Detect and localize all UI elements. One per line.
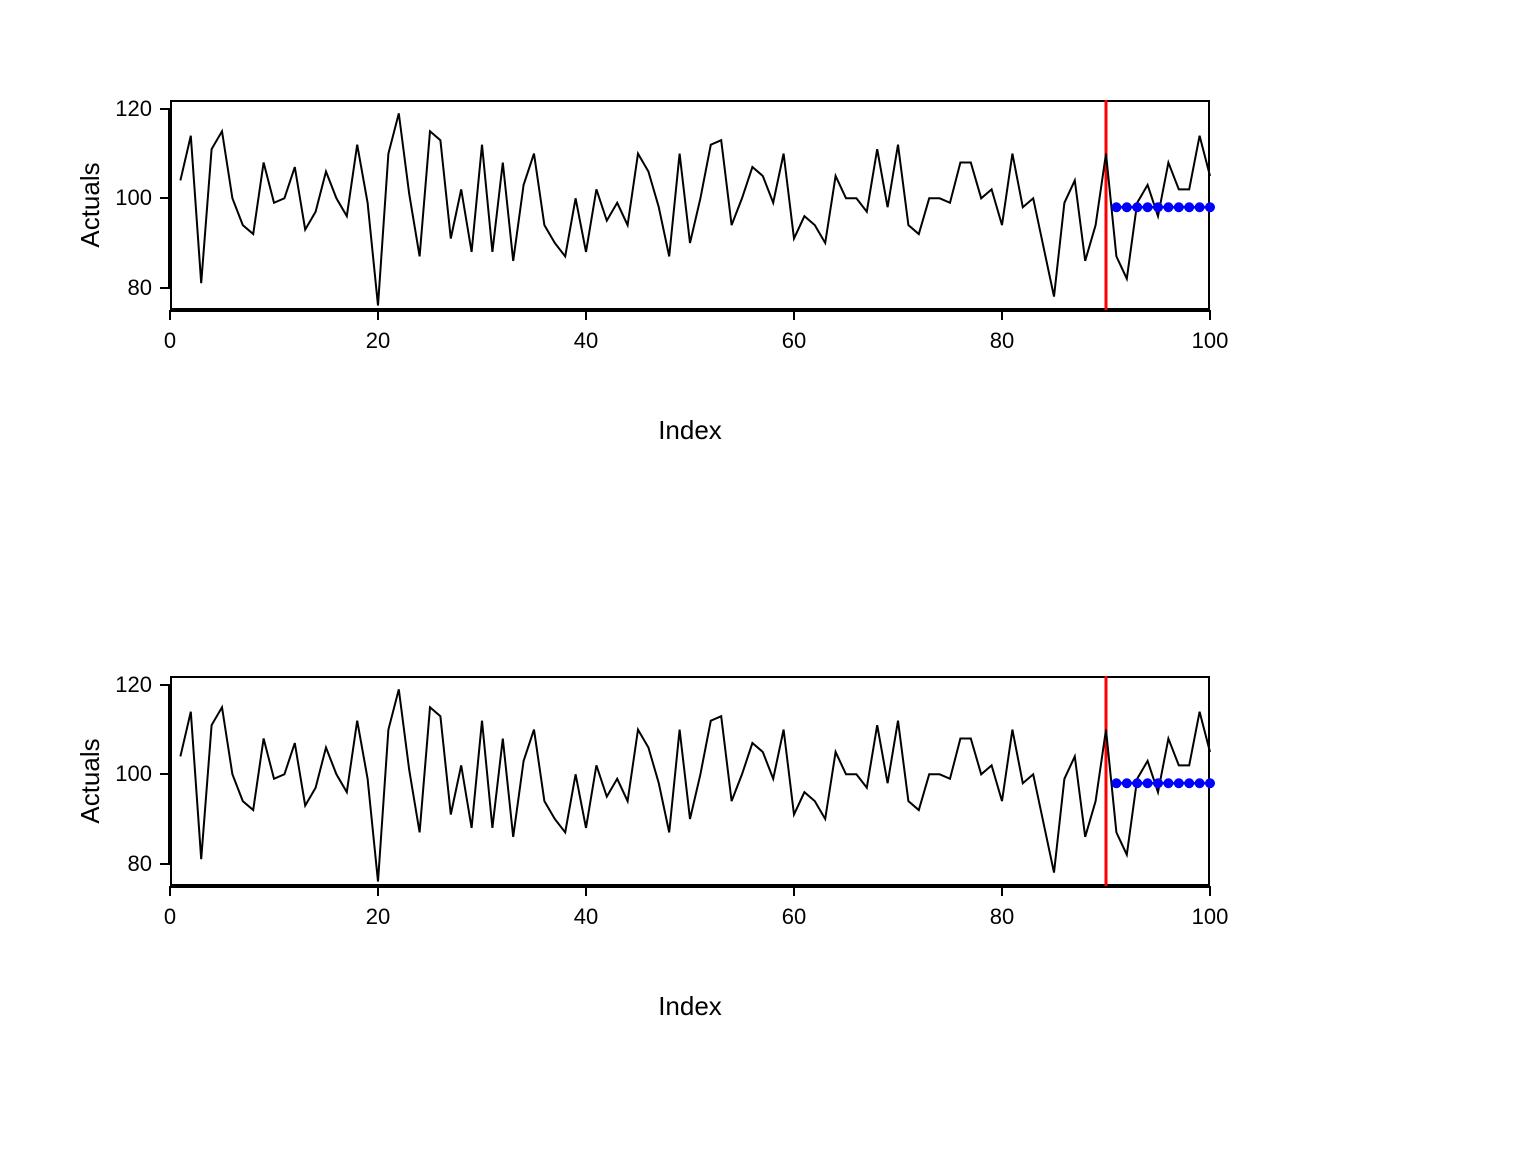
x-tick [793, 310, 795, 320]
x-axis-line [170, 310, 1210, 312]
y-tick-label: 100 [115, 185, 152, 211]
y-tick-label: 120 [115, 96, 152, 122]
x-tick [377, 310, 379, 320]
x-tick [1209, 886, 1211, 896]
x-tick-label: 40 [574, 328, 598, 354]
series-point-forecast [1132, 778, 1142, 788]
series-point-forecast [1122, 202, 1132, 212]
y-tick-label: 80 [128, 275, 152, 301]
x-tick-label: 0 [164, 904, 176, 930]
series-point-forecast [1132, 202, 1142, 212]
x-tick-label: 20 [366, 328, 390, 354]
x-tick-label: 60 [782, 328, 806, 354]
y-axis-label: Actuals [75, 676, 106, 886]
y-tick-label: 80 [128, 851, 152, 877]
chart-panel-1: 0 20 40 60 80 100 80 100 120 Index Actuals [0, 0, 1536, 576]
series-point-forecast [1184, 778, 1194, 788]
x-tick-label: 60 [782, 904, 806, 930]
series-point-forecast [1174, 202, 1184, 212]
chart-panel-2: 0 20 40 60 80 100 80 100 120 Index Actuals [0, 576, 1536, 1152]
y-tick [160, 108, 170, 110]
series-point-forecast [1143, 778, 1153, 788]
x-tick-label: 100 [1192, 904, 1229, 930]
series-point-forecast [1184, 202, 1194, 212]
y-tick [160, 287, 170, 289]
series-line-actuals [180, 689, 1210, 881]
x-tick [169, 886, 171, 896]
y-axis-label: Actuals [75, 100, 106, 310]
series-point-forecast [1143, 202, 1153, 212]
y-tick-label: 120 [115, 672, 152, 698]
x-axis-label: Index [170, 991, 1210, 1022]
x-tick-label: 40 [574, 904, 598, 930]
series-point-forecast [1205, 202, 1215, 212]
plot-svg [0, 576, 1536, 1152]
y-tick-label: 100 [115, 761, 152, 787]
x-tick-label: 20 [366, 904, 390, 930]
x-axis-line [170, 886, 1210, 888]
series-point-forecast [1153, 778, 1163, 788]
series-point-forecast [1163, 778, 1173, 788]
x-tick-label: 80 [990, 904, 1014, 930]
series-point-forecast [1163, 202, 1173, 212]
series-point-forecast [1111, 202, 1121, 212]
x-tick [377, 886, 379, 896]
y-tick [160, 863, 170, 865]
x-tick [585, 886, 587, 896]
x-tick [1001, 886, 1003, 896]
series-point-forecast [1205, 778, 1215, 788]
x-tick-label: 100 [1192, 328, 1229, 354]
x-tick-label: 80 [990, 328, 1014, 354]
y-tick [160, 684, 170, 686]
x-tick [585, 310, 587, 320]
x-tick [169, 310, 171, 320]
series-point-forecast [1122, 778, 1132, 788]
x-tick-label: 0 [164, 328, 176, 354]
x-axis-label: Index [170, 415, 1210, 446]
plot-svg [0, 0, 1536, 576]
series-point-forecast [1174, 778, 1184, 788]
x-tick [1001, 310, 1003, 320]
y-tick [160, 773, 170, 775]
series-point-forecast [1111, 778, 1121, 788]
page: 0 20 40 60 80 100 80 100 120 Index Actuals 0 20 40 60… [0, 0, 1536, 1152]
series-point-forecast [1195, 202, 1205, 212]
series-line-actuals [180, 113, 1210, 305]
series-point-forecast [1195, 778, 1205, 788]
x-tick [793, 886, 795, 896]
series-point-forecast [1153, 202, 1163, 212]
x-tick [1209, 310, 1211, 320]
y-tick [160, 197, 170, 199]
